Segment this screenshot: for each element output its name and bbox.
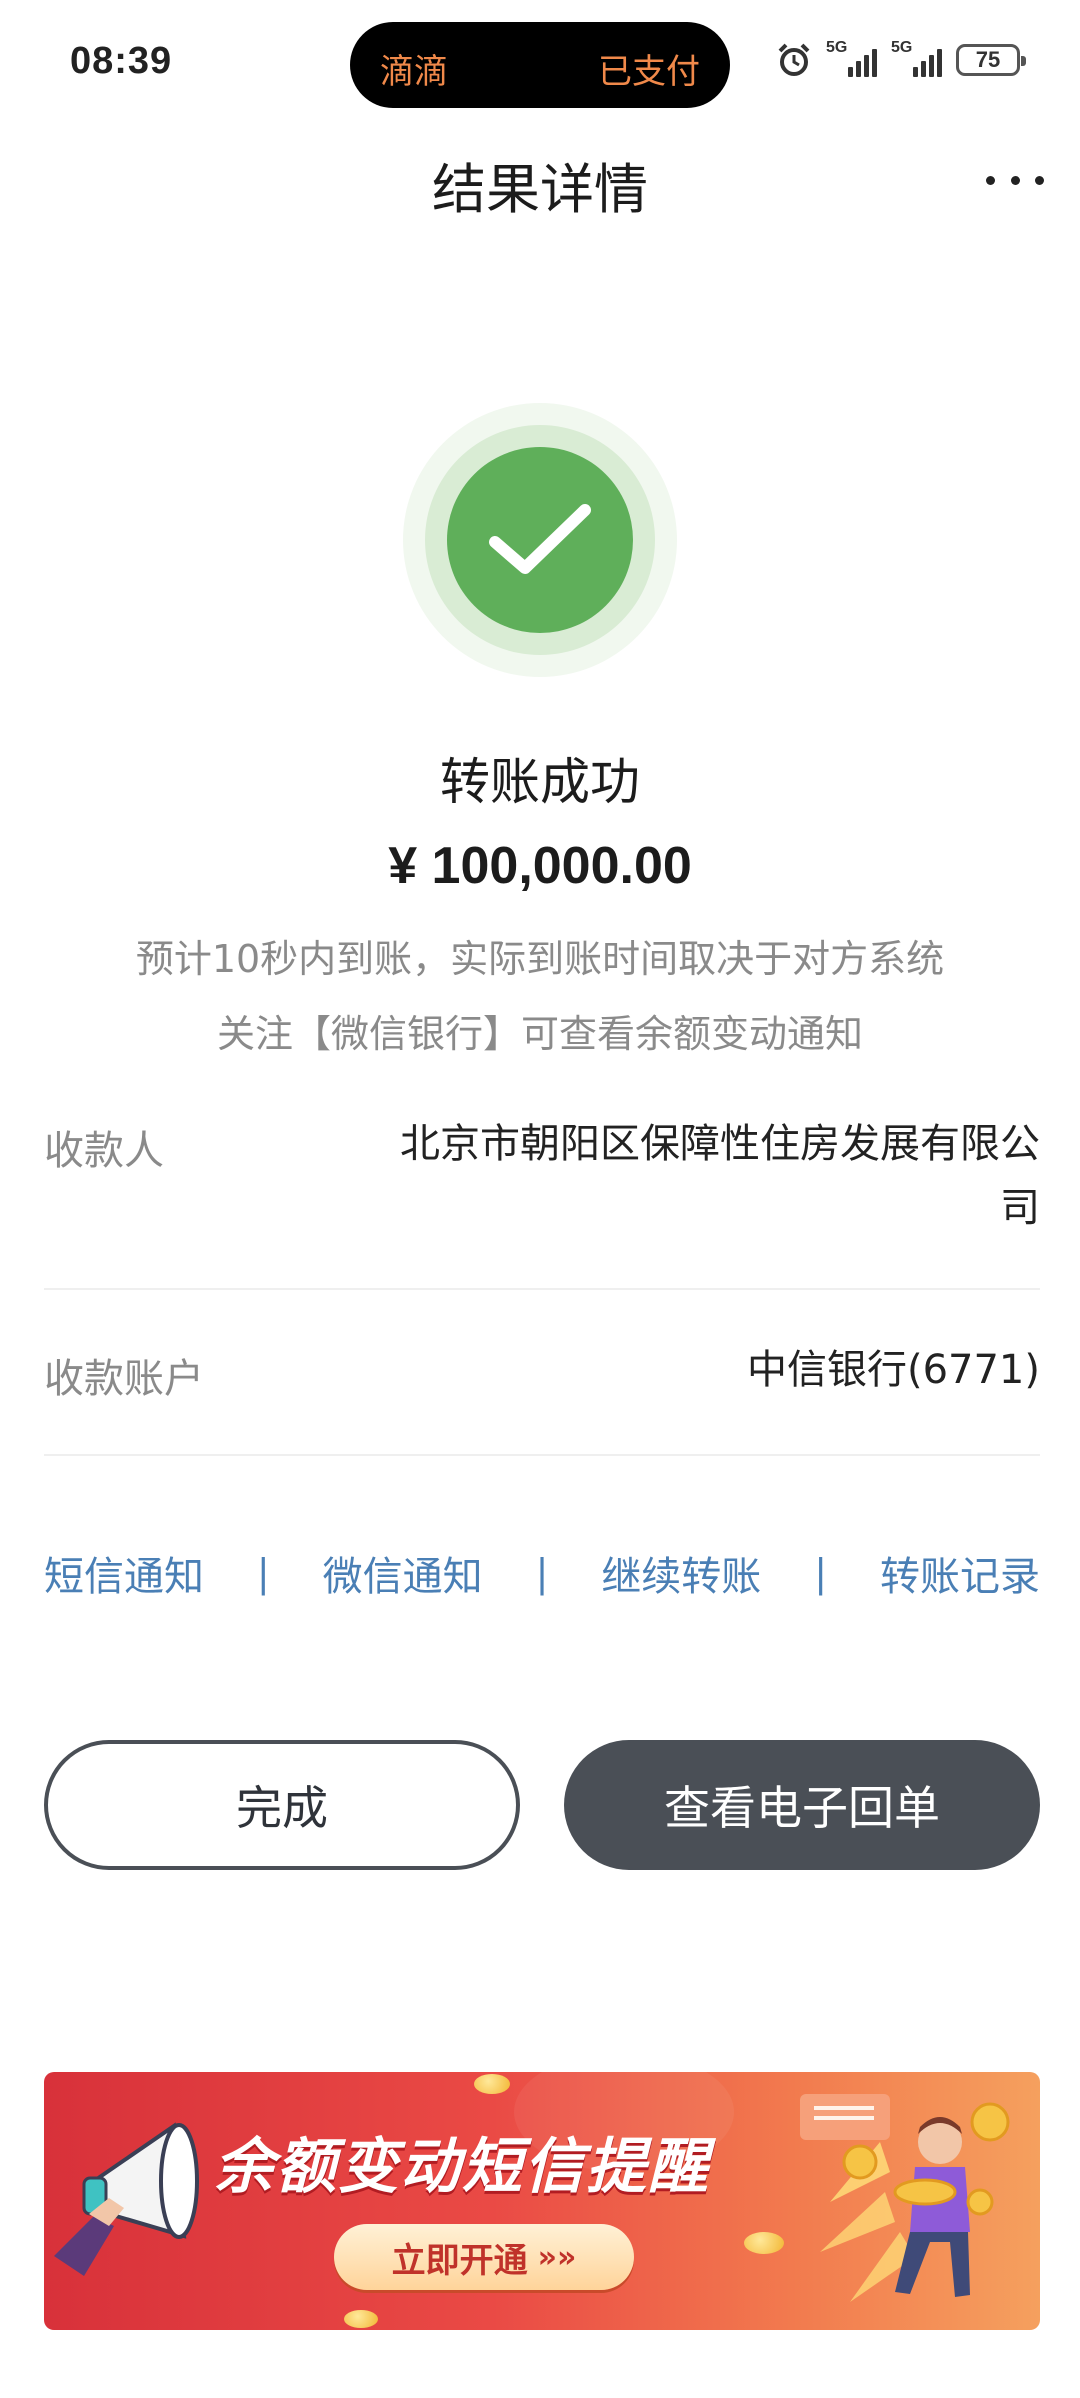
link-separator: | <box>814 1551 828 1595</box>
wechat-notify-link[interactable]: 微信通知 <box>323 1544 483 1602</box>
page-title: 结果详情 <box>432 158 648 221</box>
signal-1-label: 5G <box>826 39 848 56</box>
sms-notify-link[interactable]: 短信通知 <box>44 1544 204 1602</box>
transfer-amount: ¥ 100,000.00 <box>388 837 692 895</box>
done-button[interactable]: 完成 <box>44 1740 520 1870</box>
signal-5g-2-icon: 5G <box>891 39 942 77</box>
status-time: 08:39 <box>70 40 173 82</box>
double-chevron-icon: »» <box>537 2239 577 2275</box>
success-badge <box>403 403 677 677</box>
signal-5g-1-icon: 5G <box>826 39 877 77</box>
view-receipt-button[interactable]: 查看电子回单 <box>564 1740 1040 1870</box>
island-app-name: 滴滴 <box>380 52 448 92</box>
status-bar: 08:39 滴滴 已支付 5G 5G 75 <box>0 0 1080 130</box>
result-title: 转账成功 <box>440 753 640 811</box>
transfer-records-link[interactable]: 转账记录 <box>880 1544 1040 1602</box>
banner-open-button[interactable]: 立即开通 »» <box>334 2224 634 2290</box>
detail-row-payee: 收款人 北京市朝阳区保障性住房发展有限公司 <box>44 1112 1040 1290</box>
payee-value: 北京市朝阳区保障性住房发展有限公司 <box>400 1121 1040 1231</box>
account-value: 中信银行(6771) <box>746 1347 1040 1393</box>
checkmark-icon <box>447 447 633 633</box>
battery-level: 75 <box>975 47 1001 72</box>
banner-cta-label: 立即开通 <box>391 2240 528 2281</box>
link-separator: | <box>256 1551 270 1595</box>
follow-note: 关注【微信银行】可查看余额变动通知 <box>216 1012 863 1056</box>
island-payment-status: 已支付 <box>598 52 700 92</box>
account-label: 收款账户 <box>44 1356 204 1402</box>
arrival-note: 预计10秒内到账，实际到账时间取决于对方系统 <box>135 937 945 981</box>
signal-2-label: 5G <box>891 39 913 56</box>
link-separator: | <box>535 1551 549 1595</box>
more-dots-icon[interactable] <box>980 160 1050 200</box>
detail-row-account: 收款账户 中信银行(6771) <box>44 1338 1040 1456</box>
banner-title: 余额变动短信提醒 <box>214 2132 710 2202</box>
battery-icon: 75 <box>956 44 1026 76</box>
continue-transfer-link[interactable]: 继续转账 <box>601 1544 761 1602</box>
payee-label: 收款人 <box>44 1128 164 1174</box>
status-icons: 5G 5G 75 <box>776 39 1026 78</box>
action-links: 短信通知 | 微信通知 | 继续转账 | 转账记录 <box>44 1538 1040 1608</box>
promo-banner[interactable]: 余额变动短信提醒 立即开通 »» <box>44 2072 1040 2330</box>
alarm-icon <box>778 43 810 76</box>
dynamic-island[interactable]: 滴滴 已支付 <box>350 22 730 108</box>
person-coins-illustration <box>820 2102 1010 2302</box>
